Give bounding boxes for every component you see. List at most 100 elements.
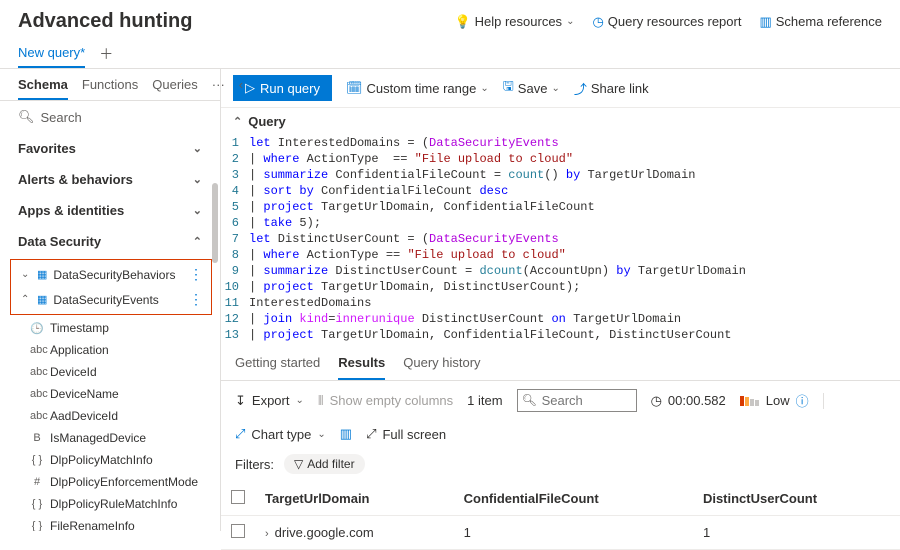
columns-icon: ⦀ xyxy=(318,393,324,409)
time-range-dropdown[interactable]: 🗓 Custom time range ⌄ xyxy=(346,80,489,96)
datatype-icon: abc xyxy=(30,344,44,356)
column-header-distinctusercount[interactable]: DistinctUserCount xyxy=(693,482,900,516)
page-title: Advanced hunting xyxy=(18,10,192,33)
item-count-label: 1 item xyxy=(467,393,502,408)
full-screen-button[interactable]: ⤢ Full screen xyxy=(366,426,446,442)
query-tab-new[interactable]: New query* xyxy=(18,39,85,68)
schema-field[interactable]: { }FileRenameInfo xyxy=(0,515,220,531)
elapsed-time-label: ◷ 00:00.582 xyxy=(651,393,726,409)
category-favorites[interactable]: Favorites⌄ xyxy=(0,133,220,164)
load-indicator: Low ⓘ xyxy=(740,391,809,410)
category-apps[interactable]: Apps & identities⌄ xyxy=(0,195,220,226)
table-row[interactable]: ›drive.google.com 1 1 xyxy=(221,516,900,550)
table-icon: ▦ xyxy=(37,293,47,306)
datatype-icon: B xyxy=(30,432,44,444)
more-options-icon[interactable]: ⋮ xyxy=(189,291,207,308)
run-query-button[interactable]: ▷ Run query xyxy=(233,75,332,101)
results-table: TargetUrlDomain ConfidentialFileCount Di… xyxy=(221,482,900,550)
add-query-tab-button[interactable]: ＋ xyxy=(95,40,117,68)
sidebar-tab-queries[interactable]: Queries xyxy=(152,77,198,100)
datatype-icon: abc xyxy=(30,388,44,400)
clock-icon: ◷ xyxy=(651,393,662,409)
column-header-targeturldomain[interactable]: TargetUrlDomain xyxy=(255,482,454,516)
book-icon: ▥ xyxy=(759,14,771,30)
chevron-up-icon: ⌃ xyxy=(21,294,31,305)
play-icon: ▷ xyxy=(245,80,255,96)
schema-field[interactable]: #DlpPolicyEnforcementMode xyxy=(0,471,220,493)
more-options-icon[interactable]: ⋮ xyxy=(189,266,207,283)
filter-icon: ▽ xyxy=(294,457,303,471)
customize-columns-button[interactable]: ▥ xyxy=(340,426,352,442)
search-icon: 🔍︎ xyxy=(18,109,35,125)
save-icon: 🖫 xyxy=(503,77,514,99)
fullscreen-icon: ⤢ xyxy=(366,426,376,442)
category-alerts[interactable]: Alerts & behaviors⌄ xyxy=(0,164,220,195)
schema-field[interactable]: BIsManagedDevice xyxy=(0,427,220,449)
sidebar-scrollbar[interactable] xyxy=(212,183,218,263)
share-icon: ⤴ xyxy=(574,79,587,98)
filters-label: Filters: xyxy=(235,457,274,472)
report-icon: ◷ xyxy=(592,14,603,30)
row-checkbox[interactable] xyxy=(231,524,245,538)
chevron-down-icon: ⌄ xyxy=(193,173,202,186)
table-datasecurityevents[interactable]: ⌃ ▦ DataSecurityEvents ⋮ xyxy=(11,287,211,312)
chevron-down-icon: ⌄ xyxy=(21,269,31,280)
chevron-down-icon: ⌄ xyxy=(317,429,325,440)
datatype-icon: { } xyxy=(30,520,44,531)
share-link-button[interactable]: ⤴ Share link xyxy=(574,79,649,98)
schema-search-input[interactable]: 🔍︎ Search xyxy=(0,101,220,133)
schema-field[interactable]: abcAadDeviceId xyxy=(0,405,220,427)
columns-icon: ▥ xyxy=(340,426,352,442)
results-tab-history[interactable]: Query history xyxy=(403,355,480,380)
chevron-down-icon: ⌄ xyxy=(295,395,303,406)
chevron-down-icon: ⌄ xyxy=(193,142,202,155)
search-icon: 🔍︎ xyxy=(522,393,537,407)
results-tab-results[interactable]: Results xyxy=(338,355,385,380)
datatype-icon: # xyxy=(30,476,44,488)
results-tab-getting-started[interactable]: Getting started xyxy=(235,355,320,380)
chevron-down-icon: ⌄ xyxy=(193,204,202,217)
table-icon: ▦ xyxy=(37,268,47,281)
sidebar-tab-more[interactable]: ··· xyxy=(212,77,225,100)
chevron-up-icon: ⌃ xyxy=(233,115,242,128)
schema-field[interactable]: abcDeviceId xyxy=(0,361,220,383)
sidebar-tab-schema[interactable]: Schema xyxy=(18,77,68,100)
select-all-checkbox[interactable] xyxy=(231,490,245,504)
datatype-icon: abc xyxy=(30,410,44,422)
table-datasecuritybehaviors[interactable]: ⌄ ▦ DataSecurityBehaviors ⋮ xyxy=(11,262,211,287)
add-filter-button[interactable]: ▽ Add filter xyxy=(284,454,365,474)
category-data-security[interactable]: Data Security⌃ xyxy=(0,226,220,257)
show-empty-columns-toggle[interactable]: ⦀ Show empty columns xyxy=(318,393,453,409)
chevron-down-icon: ⌄ xyxy=(566,16,574,27)
lightbulb-icon: 💡 xyxy=(454,14,470,30)
query-section-header[interactable]: ⌃ Query xyxy=(221,108,900,133)
datatype-icon: { } xyxy=(30,454,44,466)
datatype-icon: { } xyxy=(30,498,44,510)
column-header-confidentialfilecount[interactable]: ConfidentialFileCount xyxy=(454,482,693,516)
chart-icon: ⤢ xyxy=(235,426,245,442)
schema-reference-link[interactable]: ▥ Schema reference xyxy=(759,14,882,30)
schema-field[interactable]: 🕒Timestamp xyxy=(0,317,220,339)
schema-field[interactable]: { }DlpPolicyMatchInfo xyxy=(0,449,220,471)
schema-field[interactable]: abcApplication xyxy=(0,339,220,361)
expand-row-icon[interactable]: › xyxy=(265,528,275,540)
query-editor[interactable]: 1let InterestedDomains = (DataSecurityEv… xyxy=(221,133,900,345)
sidebar-collapse-button[interactable]: ‹ xyxy=(239,77,243,100)
help-resources-link[interactable]: 💡 Help resources ⌄ xyxy=(454,14,574,30)
chart-type-dropdown[interactable]: ⤢ Chart type ⌄ xyxy=(235,426,326,442)
query-resources-report-link[interactable]: ◷ Query resources report xyxy=(592,14,741,30)
export-dropdown[interactable]: ↧ Export ⌄ xyxy=(235,393,304,409)
chevron-down-icon: ⌄ xyxy=(480,83,488,94)
datatype-icon: abc xyxy=(30,366,44,378)
schema-field[interactable]: { }DlpPolicyRuleMatchInfo xyxy=(0,493,220,515)
highlighted-tables-box: ⌄ ▦ DataSecurityBehaviors ⋮ ⌃ ▦ DataSecu… xyxy=(10,259,212,315)
chevron-down-icon: ⌄ xyxy=(551,83,559,94)
calendar-icon: 🗓 xyxy=(346,80,363,96)
schema-field[interactable]: abcDeviceName xyxy=(0,383,220,405)
info-icon[interactable]: ⓘ xyxy=(796,391,809,410)
datatype-icon: 🕒 xyxy=(30,322,44,335)
export-icon: ↧ xyxy=(235,393,246,409)
sidebar-tab-functions[interactable]: Functions xyxy=(82,77,138,100)
chevron-up-icon: ⌃ xyxy=(193,235,202,248)
save-dropdown[interactable]: 🖫 Save ⌄ xyxy=(503,77,560,99)
